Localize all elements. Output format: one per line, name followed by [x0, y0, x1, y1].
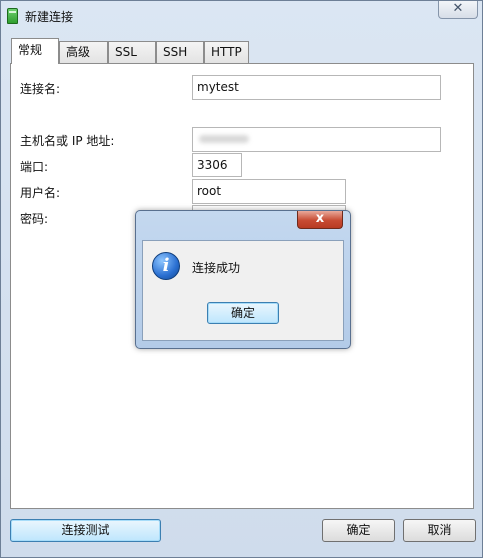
connection-name-field[interactable]: mytest: [192, 75, 441, 100]
ok-button[interactable]: 确定: [322, 519, 395, 542]
info-icon: i: [152, 252, 180, 280]
test-connection-button[interactable]: 连接测试: [10, 519, 161, 542]
dialog-body: i 连接成功 确定: [142, 240, 344, 341]
connection-success-dialog: x i 连接成功 确定: [135, 210, 351, 349]
tab-http[interactable]: HTTP: [204, 41, 249, 63]
database-icon: [7, 8, 18, 24]
window-title: 新建连接: [25, 10, 74, 24]
redacted-host: [199, 135, 249, 143]
dialog-close-icon[interactable]: x: [297, 211, 343, 229]
connection-name-label: 连接名:: [20, 82, 61, 96]
port-field[interactable]: 3306: [192, 153, 242, 177]
host-field[interactable]: [192, 127, 441, 152]
username-label: 用户名:: [20, 186, 61, 200]
tab-ssl[interactable]: SSL: [108, 41, 156, 63]
username-field[interactable]: root: [192, 179, 346, 204]
dialog-message: 连接成功: [192, 261, 241, 275]
tab-general[interactable]: 常规: [11, 38, 59, 64]
host-label: 主机名或 IP 地址:: [20, 134, 115, 148]
dialog-ok-button[interactable]: 确定: [207, 302, 279, 324]
close-icon[interactable]: ✕: [438, 1, 478, 19]
tab-ssh[interactable]: SSH: [156, 41, 204, 63]
cancel-button[interactable]: 取消: [403, 519, 476, 542]
port-label: 端口:: [20, 160, 49, 174]
new-connection-window: 新建连接 ✕ 常规 高级 SSL SSH HTTP 连接名: mytest 主机…: [0, 0, 483, 558]
title-bar[interactable]: 新建连接 ✕: [1, 1, 483, 31]
tab-advanced[interactable]: 高级: [59, 41, 108, 63]
password-label: 密码:: [20, 212, 49, 226]
